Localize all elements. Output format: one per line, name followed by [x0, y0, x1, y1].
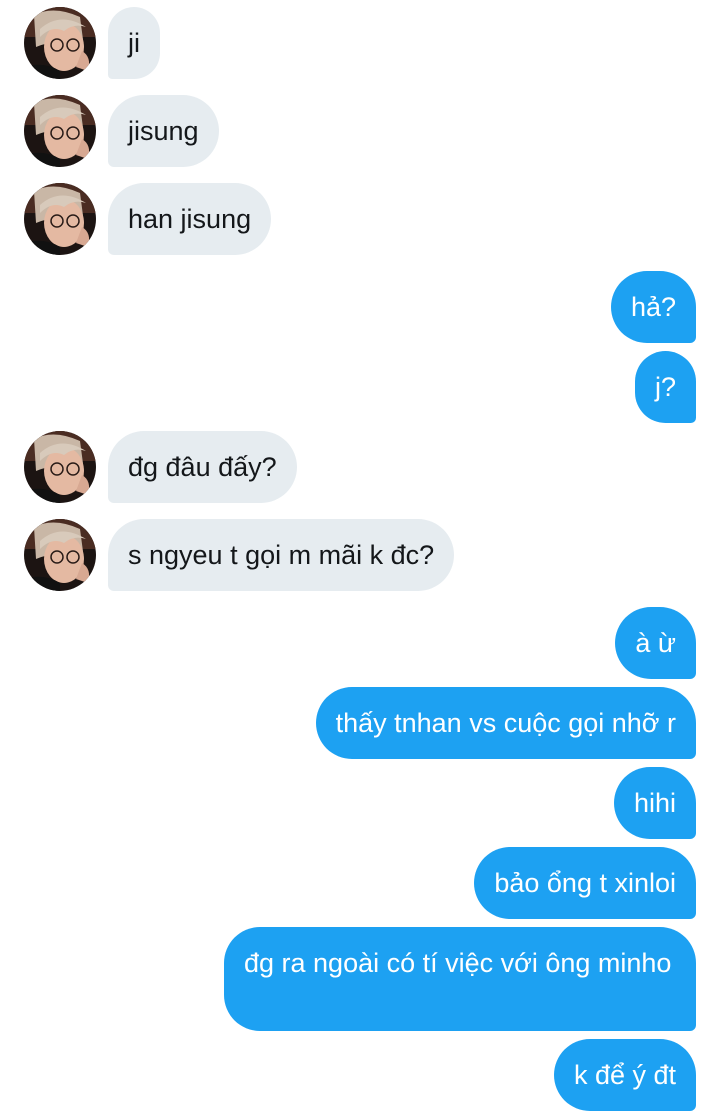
message-bubble-incoming[interactable]: jisung: [108, 95, 219, 167]
message-bubble-outgoing[interactable]: thấy tnhan vs cuộc gọi nhỡ r: [315, 687, 696, 759]
message-bubble-outgoing[interactable]: à ừ: [615, 607, 696, 679]
contact-avatar[interactable]: [24, 183, 96, 255]
message-bubble-incoming[interactable]: s ngyeu t gọi m mãi k đc?: [108, 519, 455, 591]
message-bubble-incoming[interactable]: ji: [108, 7, 160, 79]
contact-avatar[interactable]: [24, 519, 96, 591]
message-text: jisung: [128, 116, 199, 146]
avatar-photo-icon: [24, 431, 96, 503]
message-bubble-outgoing[interactable]: k để ý đt: [553, 1039, 696, 1111]
message-bubble-outgoing[interactable]: hả?: [610, 271, 696, 343]
message-bubble-outgoing[interactable]: đg ra ngoài có tí việc với ông minho: [224, 927, 696, 1031]
message-text: s ngyeu t gọi m mãi k đc?: [128, 540, 435, 570]
contact-avatar[interactable]: [24, 7, 96, 79]
avatar-photo-icon: [24, 183, 96, 255]
message-text: han jisung: [128, 204, 252, 234]
avatar-photo-icon: [24, 7, 96, 79]
avatar-photo-icon: [24, 95, 96, 167]
chat-thread: ji jisung han jisung hả? j? đg đâu đấy? …: [0, 0, 720, 1113]
message-text: hả?: [630, 292, 676, 322]
message-bubble-outgoing[interactable]: bảo ổng t xinloi: [474, 847, 696, 919]
message-text: à ừ: [635, 628, 676, 658]
contact-avatar[interactable]: [24, 431, 96, 503]
message-text: đg đâu đấy?: [128, 452, 277, 482]
message-text: j?: [654, 372, 676, 402]
message-text: đg ra ngoài có tí việc với ông minho: [244, 948, 672, 978]
message-bubble-incoming[interactable]: han jisung: [108, 183, 272, 255]
message-text: k để ý đt: [573, 1060, 676, 1090]
message-text: bảo ổng t xinloi: [494, 868, 676, 898]
avatar-photo-icon: [24, 519, 96, 591]
message-bubble-outgoing[interactable]: j?: [634, 351, 696, 423]
message-text: hihi: [633, 788, 676, 818]
message-text: ji: [128, 28, 140, 58]
contact-avatar[interactable]: [24, 95, 96, 167]
message-text: thấy tnhan vs cuộc gọi nhỡ r: [335, 708, 676, 738]
message-bubble-outgoing[interactable]: hihi: [613, 767, 696, 839]
message-bubble-incoming[interactable]: đg đâu đấy?: [108, 431, 297, 503]
